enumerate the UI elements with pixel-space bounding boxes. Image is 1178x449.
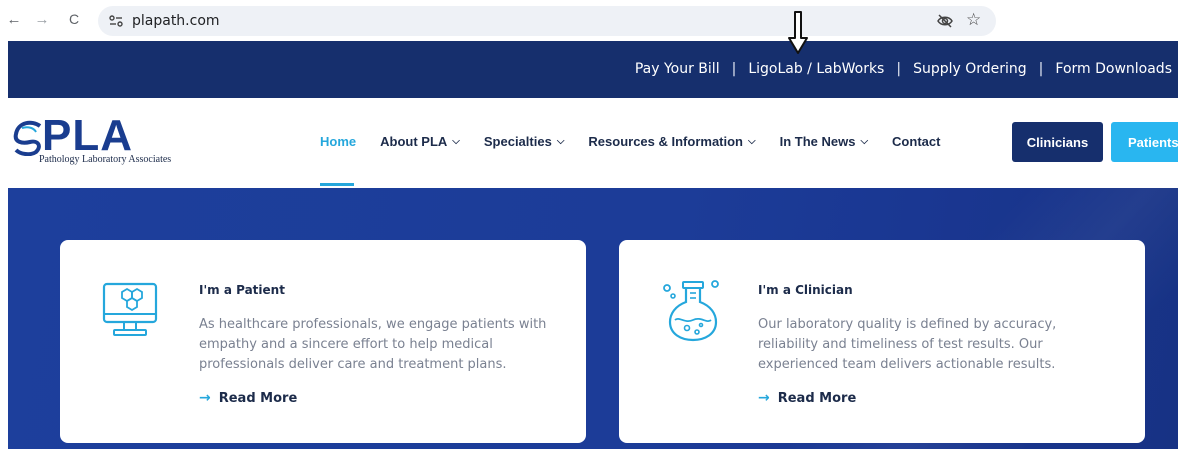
pla-logo-mark-icon [13, 120, 42, 156]
url-text[interactable]: plapath.com [132, 13, 220, 29]
logo-tagline: Pathology Laboratory Associates [39, 154, 172, 165]
clinician-card[interactable]: I'm a Clinician Our laboratory quality i… [619, 240, 1145, 443]
read-more-label: Read More [777, 390, 857, 406]
nav-home[interactable]: Home [320, 134, 356, 149]
clinician-card-title: I'm a Clinician [758, 283, 853, 297]
back-arrow-icon[interactable]: ← [4, 9, 24, 29]
patient-read-more-link[interactable]: → Read More [199, 390, 297, 406]
site-info-icon[interactable] [108, 13, 124, 29]
nav-home-label: Home [320, 134, 357, 149]
reload-icon[interactable]: C [64, 9, 84, 29]
nav-resources[interactable]: Resources & Information ⌵ [588, 134, 755, 149]
down-arrow-annotation-icon [788, 11, 808, 54]
utility-bar: Pay Your Bill | LigoLab / LabWorks | Sup… [8, 41, 1178, 98]
patient-card-text: As healthcare professionals, we engage p… [199, 317, 547, 372]
monitor-hexagons-icon [102, 282, 158, 336]
patients-button[interactable]: Patients [1111, 122, 1178, 162]
clinician-read-more-link[interactable]: → Read More [758, 390, 856, 406]
star-icon[interactable]: ☆ [966, 10, 981, 30]
forward-arrow-icon[interactable]: → [32, 9, 52, 29]
clinicians-button[interactable]: Clinicians [1012, 122, 1103, 162]
chevron-down-icon: ⌵ [860, 136, 869, 147]
supply-ordering-link[interactable]: Supply Ordering [913, 61, 1027, 77]
nav-resources-label: Resources & Information [588, 134, 743, 149]
nav-contact-label: Contact [892, 134, 941, 149]
chevron-down-icon: ⌵ [452, 136, 460, 147]
patient-card[interactable]: I'm a Patient As healthcare professional… [60, 240, 586, 443]
arrow-right-icon: → [758, 390, 770, 406]
nav-contact[interactable]: Contact [892, 134, 940, 149]
utility-separator: | [731, 61, 737, 77]
address-bar[interactable]: plapath.com ☆ [98, 6, 996, 36]
ligolab-labworks-link[interactable]: LigoLab / LabWorks [748, 61, 884, 77]
nav-news-label: In The News [779, 134, 856, 149]
pla-logo[interactable]: PLA Pathology Laboratory Associates [12, 114, 192, 170]
nav-in-the-news[interactable]: In The News ⌵ [780, 134, 868, 149]
nav-specialties[interactable]: Specialties ⌵ [484, 134, 565, 149]
main-navigation: Home About PLA ⌵ Specialties ⌵ Resources &… [320, 134, 964, 149]
nav-specialties-label: Specialties [483, 134, 552, 149]
utility-separator: | [1038, 61, 1044, 77]
pay-your-bill-link[interactable]: Pay Your Bill [635, 61, 720, 77]
site-header: PLA Pathology Laboratory Associates Home… [8, 98, 1178, 188]
patient-card-title: I'm a Patient [199, 283, 285, 297]
logo-wordmark: PLA [42, 111, 133, 160]
flask-icon [663, 280, 719, 342]
browser-toolbar: ← → C plapath.com ☆ [0, 0, 1178, 41]
utility-separator: | [896, 61, 902, 77]
read-more-label: Read More [218, 390, 298, 406]
chevron-down-icon: ⌵ [748, 136, 756, 147]
eye-off-icon[interactable] [936, 12, 954, 30]
chevron-down-icon: ⌵ [556, 136, 565, 147]
active-nav-indicator [320, 183, 354, 186]
form-downloads-link[interactable]: Form Downloads [1055, 61, 1172, 77]
nav-about-pla[interactable]: About PLA ⌵ [380, 134, 460, 149]
arrow-right-icon: → [199, 390, 211, 406]
utility-links: Pay Your Bill | LigoLab / LabWorks | Sup… [635, 61, 1172, 77]
nav-about-label: About PLA [380, 134, 448, 149]
clinician-card-text: Our laboratory quality is defined by acc… [758, 317, 1057, 372]
